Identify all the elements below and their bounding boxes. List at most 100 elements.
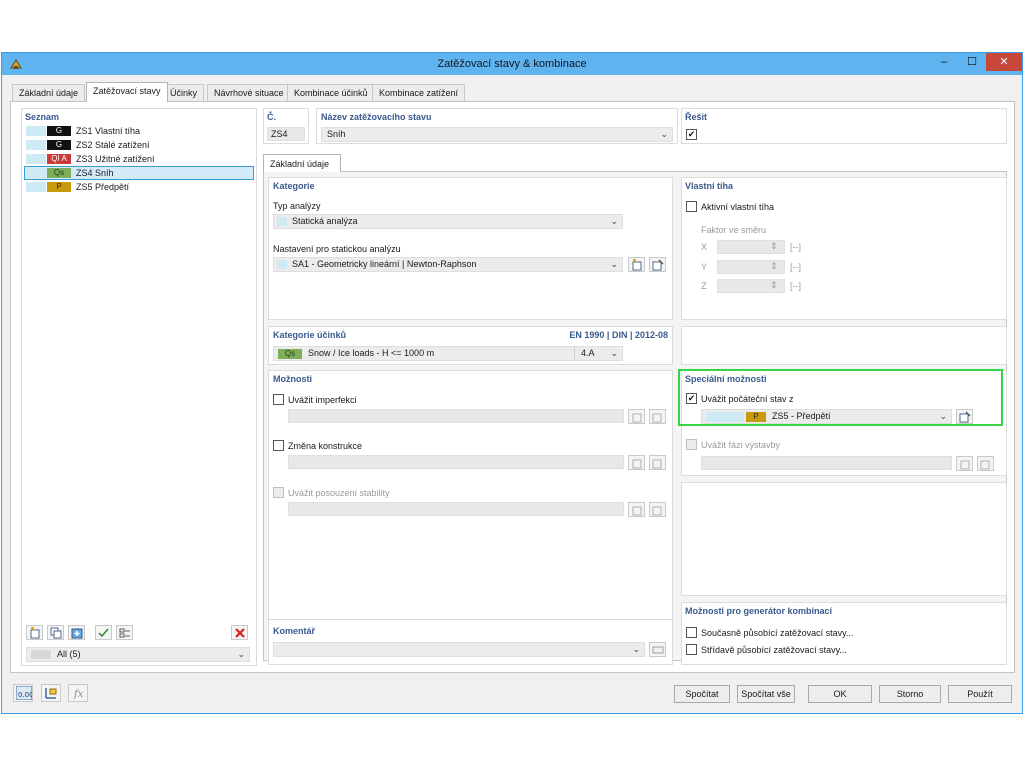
standard-label: EN 1990 | DIN | 2012-08 — [569, 330, 668, 340]
simultaneous-label[interactable]: Současně působící zatěžovací stavy... — [701, 628, 853, 638]
minimize-button[interactable]: – — [930, 53, 958, 71]
tab-action-combinations[interactable]: Kombinace účinků — [287, 84, 375, 101]
comment-header: Komentář — [273, 626, 316, 636]
new-stability-button[interactable] — [628, 502, 645, 517]
list-item[interactable]: G ZS2 Stálé zatížení — [25, 139, 254, 151]
new-phase-button[interactable] — [956, 456, 973, 471]
copy-load-case-button[interactable] — [47, 625, 64, 640]
new-structure-change-button[interactable] — [628, 455, 645, 470]
load-case-name: Vlastní tíha — [95, 126, 141, 136]
edit-icon — [980, 460, 990, 470]
comment-library-button[interactable] — [649, 642, 666, 657]
edit-icon — [652, 506, 662, 516]
active-self-weight-checkbox[interactable] — [686, 201, 697, 212]
comment-icon — [652, 646, 664, 654]
static-settings-dropdown[interactable]: SA1 - Geometricky lineární | Newton-Raph… — [273, 257, 623, 272]
case-number-label: Č. — [267, 112, 276, 122]
action-category-tag: Qs — [47, 168, 71, 178]
simultaneous-checkbox[interactable] — [686, 627, 697, 638]
calculate-button[interactable]: Spočítat — [674, 685, 730, 703]
analysis-type-dropdown[interactable]: Statická analýza ⌄ — [273, 214, 623, 229]
renumber-button[interactable] — [68, 625, 85, 640]
construction-phase-select[interactable] — [701, 456, 952, 470]
new-settings-button[interactable] — [628, 257, 645, 272]
comment-input[interactable]: ⌄ — [273, 642, 645, 657]
tab-actions[interactable]: Účinky — [163, 84, 205, 101]
svg-text:fx: fx — [73, 689, 84, 700]
axis-y-label: Y — [701, 262, 708, 272]
list-filter-value: All (5) — [57, 649, 81, 659]
check-all-button[interactable] — [95, 625, 112, 640]
new-load-case-button[interactable] — [26, 625, 43, 640]
chevron-down-icon: ⌄ — [660, 129, 668, 139]
numbers-icon: 0.00 — [16, 686, 32, 700]
effect-category-panel: Kategorie účinků EN 1990 | DIN | 2012-08… — [268, 326, 673, 365]
edit-stability-button[interactable] — [649, 502, 666, 517]
imperfection-label: Uvážit imperfekci — [288, 395, 357, 405]
construction-phase-checkbox[interactable] — [686, 439, 697, 450]
calculate-all-button[interactable]: Spočítat vše — [737, 685, 795, 703]
action-category-tag: G — [47, 126, 71, 136]
imperfection-checkbox[interactable] — [273, 394, 284, 405]
subtab-basic-data[interactable]: Základní údaje — [263, 154, 341, 172]
structure-change-select[interactable] — [288, 455, 624, 469]
numbers-button[interactable]: 0.00 — [13, 684, 33, 702]
apply-button[interactable]: Použít — [948, 685, 1012, 703]
factor-z-unit: [--] — [790, 281, 801, 291]
tab-load-combinations[interactable]: Kombinace zatížení — [372, 84, 466, 101]
units-icon — [45, 688, 57, 699]
ok-button[interactable]: OK — [808, 685, 872, 703]
imperfection-select[interactable] — [288, 409, 624, 423]
action-category-tag: G — [47, 140, 71, 150]
chevron-down-icon: ⌄ — [632, 644, 640, 654]
edit-phase-button[interactable] — [977, 456, 994, 471]
case-name-input[interactable]: Sníh ⌄ — [321, 127, 673, 142]
color-swatch — [26, 182, 46, 192]
units-button[interactable] — [41, 684, 61, 702]
chevron-down-icon: ⌄ — [610, 216, 618, 226]
edit-imperfection-button[interactable] — [649, 409, 666, 424]
edit-structure-change-button[interactable] — [649, 455, 666, 470]
alternating-label[interactable]: Střídavě působící zatěžovací stavy... — [701, 645, 847, 655]
alternating-checkbox[interactable] — [686, 644, 697, 655]
analysis-swatch — [277, 217, 287, 226]
static-settings-value: SA1 - Geometricky lineární | Newton-Raph… — [292, 259, 477, 269]
list-item-selected[interactable]: Qs ZS4 Sníh — [24, 166, 254, 180]
tab-design-situations[interactable]: Návrhové situace — [207, 84, 291, 101]
tab-basic-data[interactable]: Základní údaje — [12, 84, 86, 101]
construction-phase-label: Uvážit fázi výstavby — [701, 440, 781, 450]
cancel-button[interactable]: Storno — [879, 685, 941, 703]
effect-category-dropdown[interactable]: Qs Snow / Ice loads - H <= 1000 m 4.A ⌄ — [273, 346, 623, 361]
list-item[interactable]: QI A ZS3 Užitné zatížení — [25, 153, 254, 165]
edit-settings-button[interactable] — [649, 257, 666, 272]
maximize-button[interactable]: ☐ — [958, 53, 986, 71]
case-number-panel: Č. ZS4 — [263, 108, 309, 144]
spinner-icon[interactable]: ⇕ — [770, 261, 778, 272]
self-weight-header: Vlastní tíha — [685, 181, 734, 191]
uncheck-all-button[interactable] — [116, 625, 133, 640]
list-item[interactable]: P ZS5 Předpětí — [25, 181, 254, 193]
case-number-field[interactable]: ZS4 — [267, 127, 305, 141]
spinner-icon[interactable]: ⇕ — [770, 241, 778, 252]
color-swatch — [26, 126, 46, 136]
structure-change-checkbox[interactable] — [273, 440, 284, 451]
formula-icon: fx — [73, 689, 84, 700]
solve-checkbox[interactable]: ✔ — [686, 129, 697, 140]
stability-checkbox[interactable] — [273, 487, 284, 498]
formula-button[interactable]: fx — [68, 684, 88, 702]
list-filter-dropdown[interactable]: All (5) ⌄ — [26, 647, 250, 662]
chevron-down-icon: ⌄ — [237, 649, 245, 659]
stability-select[interactable] — [288, 502, 624, 516]
load-case-id: ZS4 — [76, 168, 93, 178]
new-imperfection-button[interactable] — [628, 409, 645, 424]
list-item[interactable]: G ZS1 Vlastní tíha — [25, 125, 254, 137]
new-item-icon — [960, 460, 970, 470]
load-case-id: ZS3 — [76, 154, 93, 164]
title-bar[interactable]: Zatěžovací stavy & kombinace – ☐ ✕ — [2, 53, 1022, 75]
close-button[interactable]: ✕ — [986, 53, 1022, 71]
factor-x-unit: [--] — [790, 242, 801, 252]
tab-load-cases[interactable]: Zatěžovací stavy — [86, 82, 168, 102]
spinner-icon[interactable]: ⇕ — [770, 280, 778, 291]
edit-icon — [652, 459, 662, 469]
delete-load-case-button[interactable] — [231, 625, 248, 640]
